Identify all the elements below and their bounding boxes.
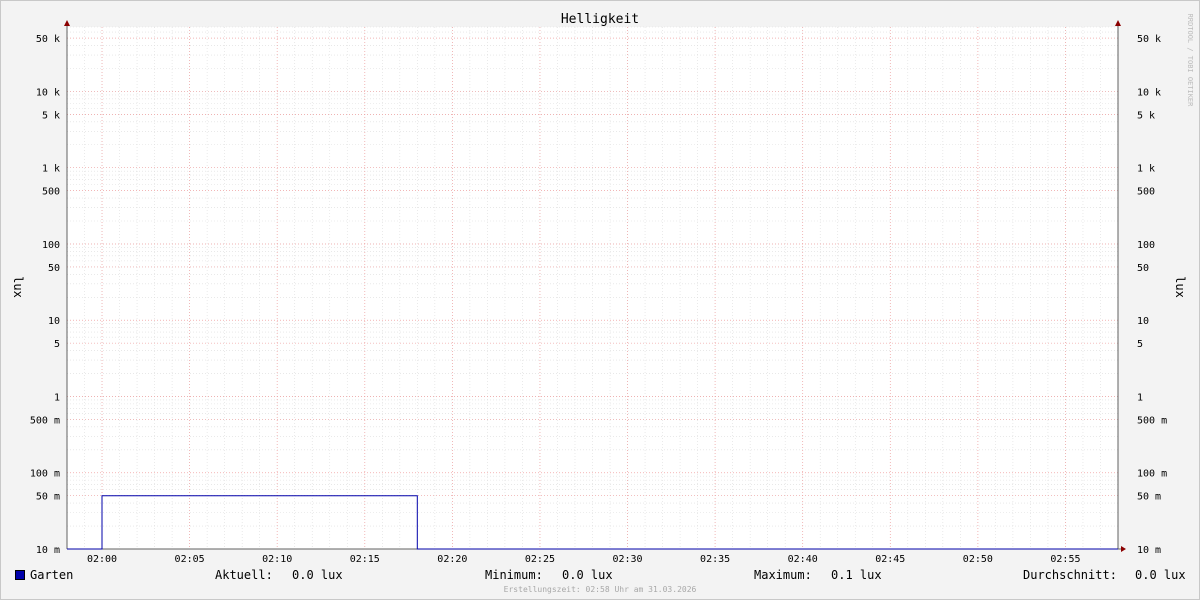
chart-title: Helligkeit — [561, 12, 639, 27]
y-tick-label-right: 50 m — [1137, 492, 1161, 503]
legend-durchschnitt-label: Durchschnitt: — [1023, 568, 1117, 582]
y-tick-label-right: 5 k — [1137, 110, 1155, 121]
y-axis-label-right: lux — [1173, 276, 1187, 298]
y-tick-label-left: 1 — [54, 392, 60, 403]
y-tick-label-right: 1 — [1137, 392, 1143, 403]
legend-minimum-value: 0.0 lux — [562, 568, 613, 582]
y-tick-label-right: 10 k — [1137, 87, 1161, 98]
y-tick-label-left: 500 — [42, 187, 60, 198]
x-tick-label: 02:05 — [175, 554, 205, 565]
y-tick-label-right: 500 — [1137, 187, 1155, 198]
y-tick-label-left: 10 m — [36, 545, 60, 556]
chart: 02:00 02:05 02:10 02:15 02:20 02:25 02:30 02:35… — [11, 12, 1194, 565]
y-tick-label-right: 10 m — [1137, 545, 1161, 556]
watermark: RRDTOOL / TOBI OETIKER — [1186, 14, 1194, 108]
y-tick-label-left: 100 — [42, 240, 60, 251]
y-tick-label-left: 5 — [54, 339, 60, 350]
legend-swatch-garten — [15, 570, 25, 580]
y-tick-label-left: 10 k — [36, 87, 60, 98]
y-tick-label-right: 500 m — [1137, 415, 1167, 426]
y-tick-label-left: 5 k — [42, 110, 60, 121]
y-tick-label-left: 50 m — [36, 492, 60, 503]
legend-series-name: Garten — [30, 568, 74, 582]
y-axis-left-arrow-icon — [64, 20, 70, 26]
x-tick-label: 02:40 — [788, 554, 818, 565]
x-tick-label: 02:45 — [875, 554, 905, 565]
legend-aktuell-label: Aktuell: — [215, 568, 273, 582]
x-tick-label: 02:15 — [350, 554, 380, 565]
x-tick-label: 02:50 — [963, 554, 993, 565]
x-axis-arrow-icon — [1121, 546, 1126, 552]
y-tick-label-right: 10 — [1137, 316, 1149, 327]
y-tick-label-right: 1 k — [1137, 164, 1155, 175]
legend-maximum-value: 0.1 lux — [831, 568, 882, 582]
x-tick-label: 02:30 — [612, 554, 642, 565]
y-tick-label-left: 1 k — [42, 164, 60, 175]
y-tick-label-left: 100 m — [30, 469, 60, 480]
y-tick-label-left: 50 — [48, 263, 60, 274]
legend-maximum-label: Maximum: — [754, 568, 812, 582]
y-axis-label-left: lux — [11, 276, 25, 298]
y-tick-label-left: 500 m — [30, 415, 60, 426]
legend-durchschnitt-value: 0.0 lux — [1135, 568, 1186, 582]
y-tick-label-right: 50 k — [1137, 34, 1161, 45]
y-tick-label-right: 5 — [1137, 339, 1143, 350]
y-tick-label-left: 10 — [48, 316, 60, 327]
x-tick-label: 02:55 — [1050, 554, 1080, 565]
x-tick-label: 02:10 — [262, 554, 292, 565]
y-axis-right-arrow-icon — [1115, 20, 1121, 26]
y-tick-label-right: 50 — [1137, 263, 1149, 274]
legend-minimum-label: Minimum: — [485, 568, 543, 582]
x-tick-label: 02:00 — [87, 554, 117, 565]
y-tick-label-right: 100 — [1137, 240, 1155, 251]
y-tick-label-right: 100 m — [1137, 469, 1167, 480]
footer-timestamp: Erstellungszeit: 02:58 Uhr am 31.03.2026 — [503, 585, 697, 594]
x-tick-label: 02:25 — [525, 554, 555, 565]
y-tick-label-left: 50 k — [36, 34, 60, 45]
x-tick-label: 02:35 — [700, 554, 730, 565]
x-tick-label: 02:20 — [437, 554, 467, 565]
legend-aktuell-value: 0.0 lux — [292, 568, 343, 582]
